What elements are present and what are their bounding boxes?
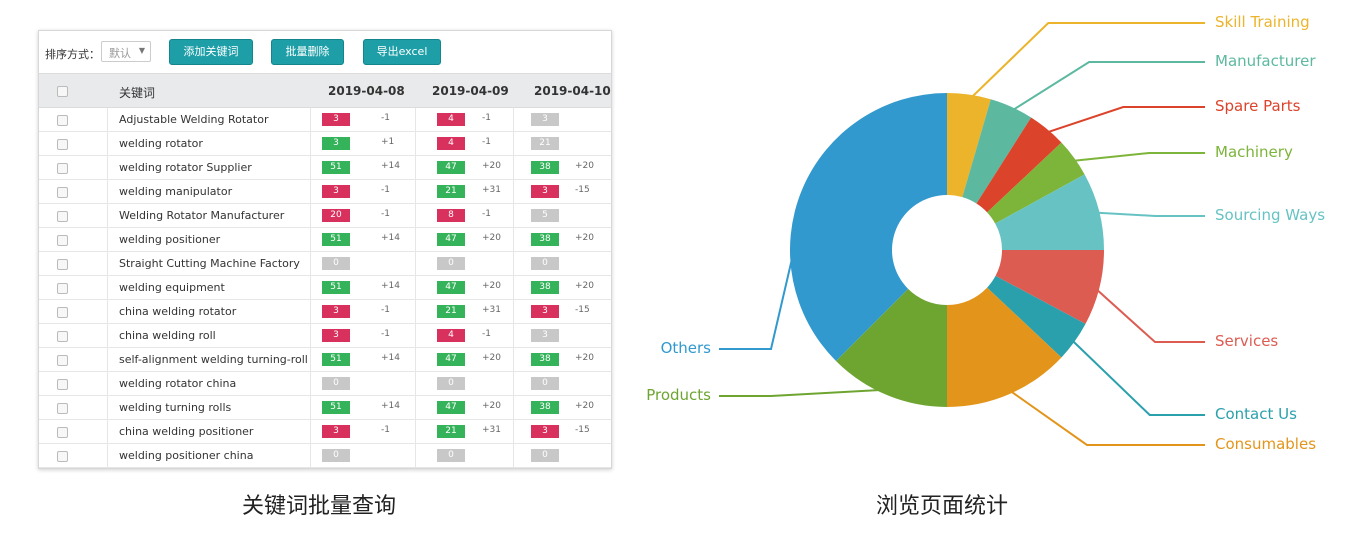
slice-label: Services: [1215, 332, 1279, 350]
slice-label: Skill Training: [1215, 13, 1310, 31]
page-view-donut-chart: [719, 22, 1205, 446]
leader-line: [719, 388, 890, 397]
slice-label: Consumables: [1215, 435, 1317, 453]
slice-label: Others: [660, 339, 711, 357]
slice-label: Spare Parts: [1215, 97, 1301, 115]
leader-line: [1006, 387, 1205, 446]
leader-line: [1069, 337, 1205, 416]
slice-label: Machinery: [1215, 143, 1293, 161]
slice-label: Manufacturer: [1215, 52, 1316, 70]
leader-line: [1092, 285, 1205, 343]
leader-line: [1008, 61, 1205, 114]
slice-label: Sourcing Ways: [1215, 206, 1326, 224]
slice-label: Contact Us: [1215, 405, 1297, 423]
leader-line: [1093, 211, 1205, 217]
leader-line: [1042, 106, 1205, 135]
slice-label: Products: [646, 386, 711, 404]
leader-line: [1069, 152, 1205, 163]
caption-page-stats: 浏览页面统计: [876, 494, 1009, 519]
